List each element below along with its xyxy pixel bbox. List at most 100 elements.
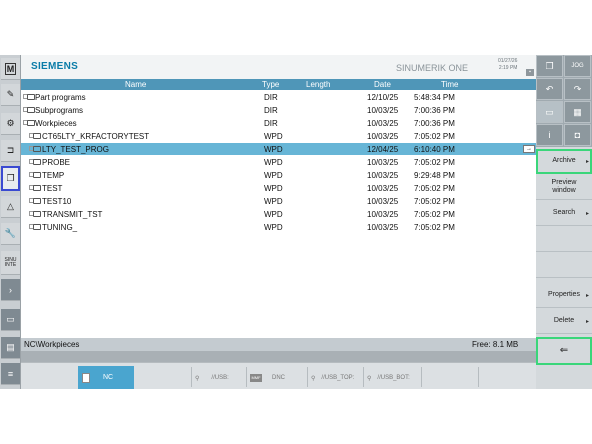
row-time: 7:05:02 PM bbox=[414, 132, 455, 141]
table-row[interactable]: TEST WPD 10/03/25 7:05:02 PM bbox=[21, 182, 536, 194]
table-row[interactable]: Subprograms DIR 10/03/25 7:00:36 PM bbox=[21, 104, 536, 116]
calculator-button[interactable]: ▦ bbox=[564, 101, 591, 123]
delete-softkey[interactable]: Delete ▸ bbox=[536, 309, 592, 334]
drive-nc-label: NC bbox=[103, 374, 114, 381]
preview-window-softkey[interactable]: Preview window bbox=[536, 175, 592, 200]
right-toolbar: ❐ JOG ↶ ↷ ▭ ▦ i ◘ bbox=[536, 55, 592, 147]
redo-icon: ↷ bbox=[573, 83, 582, 94]
row-name: TEST10 bbox=[42, 197, 72, 206]
table-row-selected[interactable]: LTY_TEST_PROG WPD 12/04/25 6:10:40 PM → bbox=[21, 143, 536, 155]
path-status-bar: NC\Workpieces Free: 8.1 MB bbox=[21, 338, 536, 351]
jog-label: JOG bbox=[571, 63, 584, 69]
row-type: DIR bbox=[264, 106, 278, 115]
sinumerik-integrate-button[interactable]: SINU INTE bbox=[1, 251, 20, 275]
row-time: 7:00:36 PM bbox=[414, 106, 455, 115]
calculator-icon: ▦ bbox=[573, 106, 582, 117]
undo-button[interactable]: ↶ bbox=[536, 78, 563, 100]
row-time: 7:05:02 PM bbox=[414, 184, 455, 193]
setup-button[interactable]: 🔧 bbox=[1, 223, 20, 245]
drive-usb-bot-button[interactable]: ⚲ //USB_BOT: bbox=[367, 368, 423, 388]
row-name: TRANSMIT_TST bbox=[42, 210, 103, 219]
workpiece-icon bbox=[33, 198, 41, 204]
column-time[interactable]: Time bbox=[441, 80, 458, 89]
drive-usb-label: //USB: bbox=[211, 375, 229, 381]
hmi-screen: M ✎ ⚙ ⊐ ❐ △ 🔧 SINU INTE › ▭ ▤ ≡ SIEMENS … bbox=[0, 55, 592, 389]
chevron-right-icon: ▸ bbox=[585, 293, 589, 299]
program-area-button[interactable]: ⚙ bbox=[1, 113, 20, 135]
table-row[interactable]: TRANSMIT_TST WPD 10/03/25 7:05:02 PM bbox=[21, 208, 536, 220]
row-time: 5:48:34 PM bbox=[414, 93, 455, 102]
gear-icon: ⚙ bbox=[6, 118, 15, 128]
parameter-area-button[interactable]: ✎ bbox=[1, 84, 20, 106]
back-arrow-icon: ⇐ bbox=[559, 344, 569, 356]
row-name: TUNING_ bbox=[42, 223, 78, 232]
search-softkey[interactable]: Search ▸ bbox=[536, 201, 592, 226]
program-manager-button[interactable]: ❐ bbox=[1, 166, 20, 191]
free-space: Free: 8.1 MB bbox=[472, 340, 519, 349]
info-button[interactable]: i bbox=[536, 124, 563, 146]
table-row[interactable]: TEST10 WPD 10/03/25 7:05:02 PM bbox=[21, 195, 536, 207]
status-line bbox=[21, 351, 536, 362]
row-type: WPD bbox=[264, 145, 283, 154]
copy-icon: ❐ bbox=[545, 60, 554, 71]
separator bbox=[421, 367, 422, 387]
row-date: 10/03/25 bbox=[367, 210, 399, 219]
drive-dnc-button[interactable]: MMF DNC bbox=[250, 368, 306, 388]
menu-button[interactable]: ≡ bbox=[1, 363, 20, 385]
drive-nc-button[interactable]: NC bbox=[78, 366, 134, 389]
table-row[interactable]: CT65LTY_KRFACTORYTEST WPD 10/03/25 7:05:… bbox=[21, 130, 536, 142]
table-row[interactable]: Workpieces DIR 10/03/25 7:00:36 PM bbox=[21, 117, 536, 129]
window-layout-button[interactable]: ▭ bbox=[1, 309, 20, 331]
keyboard-icon: ▤ bbox=[6, 342, 15, 352]
program-editor-button[interactable]: ⊐ bbox=[1, 140, 20, 162]
diagnostics-button[interactable]: △ bbox=[1, 196, 20, 218]
row-time: 7:05:02 PM bbox=[414, 158, 455, 167]
list-icon: ≡ bbox=[7, 368, 14, 379]
table-row[interactable]: Part programs DIR 12/10/25 5:48:34 PM bbox=[21, 91, 536, 103]
row-name: Subprograms bbox=[35, 106, 84, 115]
file-table-body: Part programs DIR 12/10/25 5:48:34 PM Su… bbox=[21, 90, 536, 338]
archive-softkey[interactable]: Archive ▸ bbox=[536, 149, 592, 174]
row-type: WPD bbox=[264, 197, 283, 206]
empty-softkey[interactable] bbox=[536, 253, 592, 278]
header-datetime: 01/27/26 2:19 PM bbox=[498, 58, 517, 72]
table-row[interactable]: PROBE WPD 10/03/25 7:05:02 PM bbox=[21, 156, 536, 168]
current-path: NC\Workpieces bbox=[24, 340, 80, 349]
column-date[interactable]: Date bbox=[374, 80, 391, 89]
empty-softkey[interactable] bbox=[536, 227, 592, 252]
column-name[interactable]: Name bbox=[125, 80, 146, 89]
keyboard-button[interactable]: ▤ bbox=[1, 337, 20, 359]
expand-arrow-button[interactable]: › bbox=[1, 279, 20, 301]
archive-label: Archive bbox=[552, 157, 576, 164]
window-toggle-button[interactable]: ▭ bbox=[536, 101, 563, 123]
column-length[interactable]: Length bbox=[306, 80, 330, 89]
row-name: PROBE bbox=[42, 158, 71, 167]
back-softkey[interactable]: ⇐ bbox=[536, 337, 592, 365]
drive-usb-button[interactable]: ⚲ //USB: bbox=[195, 368, 247, 388]
row-name: Workpieces bbox=[35, 119, 77, 128]
jog-mode-button[interactable]: JOG bbox=[564, 55, 591, 77]
row-date: 12/04/25 bbox=[367, 145, 399, 154]
copy-window-button[interactable]: ❐ bbox=[536, 55, 563, 77]
redo-button[interactable]: ↷ bbox=[564, 78, 591, 100]
properties-label: Properties bbox=[548, 291, 580, 298]
row-type: WPD bbox=[264, 132, 283, 141]
machine-area-button[interactable]: M bbox=[1, 58, 20, 80]
channel-indicator-icon: ▪ bbox=[526, 69, 534, 76]
pencil-icon: ✎ bbox=[6, 89, 15, 99]
column-type[interactable]: Type bbox=[262, 80, 279, 89]
row-date: 12/10/25 bbox=[367, 93, 399, 102]
chevron-right-icon: › bbox=[9, 284, 12, 295]
drive-usb-top-button[interactable]: ⚲ //USB_TOP: bbox=[311, 368, 367, 388]
properties-softkey[interactable]: Properties ▸ bbox=[536, 283, 592, 308]
table-row[interactable]: TEMP WPD 10/03/25 9:29:48 PM bbox=[21, 169, 536, 181]
delete-label: Delete bbox=[553, 317, 575, 324]
row-date: 10/03/25 bbox=[367, 223, 399, 232]
usb-icon: ⚲ bbox=[195, 375, 200, 382]
horizontal-softkeys: Archive ▸ Preview window Search ▸ Proper… bbox=[536, 147, 592, 389]
table-row[interactable]: TUNING_ WPD 10/03/25 7:05:02 PM bbox=[21, 221, 536, 233]
row-time: 7:00:36 PM bbox=[414, 119, 455, 128]
camera-button[interactable]: ◘ bbox=[564, 124, 591, 146]
usb-icon: ⚲ bbox=[311, 375, 316, 382]
separator bbox=[478, 367, 479, 387]
